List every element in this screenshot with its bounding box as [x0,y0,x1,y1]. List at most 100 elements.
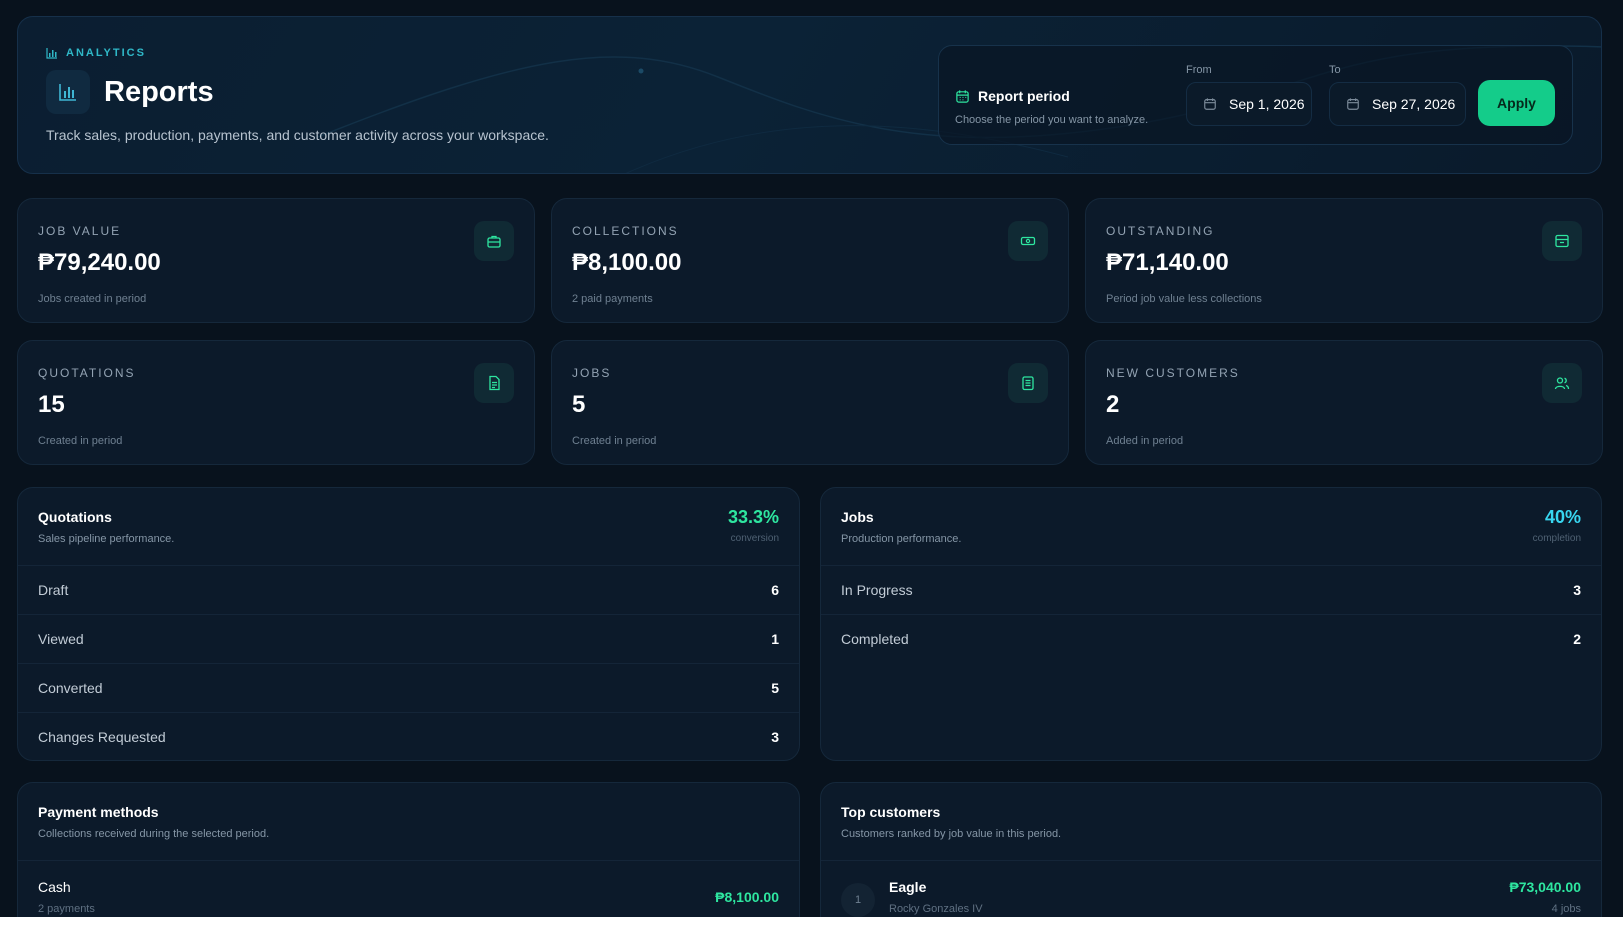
document-icon [474,363,514,403]
analytics-eyebrow: ANALYTICS [46,47,146,59]
to-label: To [1329,64,1341,76]
status-row-in-progress: In Progress 3 [821,566,1601,615]
panel-title: Top customers [841,804,941,820]
conversion-label: conversion [730,533,779,544]
from-date-input[interactable]: Sep 1, 2026 [1186,82,1312,126]
payment-methods-panel: Payment methods Collections received dur… [17,782,800,917]
inbox-icon [1542,221,1582,261]
status-row-converted: Converted 5 [18,664,799,713]
calendar-icon [956,89,969,103]
row-label: Viewed [38,631,84,647]
stat-label: JOBS [572,366,612,380]
stat-note: Jobs created in period [38,293,147,305]
from-label: From [1186,64,1212,76]
calendar-icon [1347,98,1359,110]
period-label-text: Report period [978,88,1070,104]
status-row-completed: Completed 2 [821,615,1601,664]
to-date-value: Sep 27, 2026 [1372,96,1456,112]
stat-label: OUTSTANDING [1106,224,1215,238]
stat-card-outstanding: OUTSTANDING ₱71,140.00 Period job value … [1085,198,1603,323]
customer-contact: Rocky Gonzales IV [889,903,983,915]
stat-label: QUOTATIONS [38,366,136,380]
row-label: In Progress [841,582,913,598]
stat-card-new-customers: NEW CUSTOMERS 2 Added in period [1085,340,1603,465]
stat-note: Created in period [572,435,657,447]
completion-label: completion [1532,533,1581,544]
cash-icon [1008,221,1048,261]
panel-header: Payment methods Collections received dur… [18,783,799,861]
from-date-value: Sep 1, 2026 [1229,96,1305,112]
customer-rank-badge: 1 [841,883,875,917]
stat-card-collections: COLLECTIONS ₱8,100.00 2 paid payments [551,198,1069,323]
stat-card-job-value: JOB VALUE ₱79,240.00 Jobs created in per… [17,198,535,323]
payment-method-amount: ₱8,100.00 [715,889,779,905]
status-row-draft: Draft 6 [18,566,799,615]
panel-subtitle: Collections received during the selected… [38,828,270,840]
panel-header: Quotations Sales pipeline performance. 3… [18,488,799,566]
stat-value: ₱8,100.00 [572,249,682,276]
briefcase-icon [474,221,514,261]
page-title: Reports [104,75,214,108]
apply-button[interactable]: Apply [1478,80,1555,126]
period-label: Report period [955,88,1070,104]
reports-header: ANALYTICS Reports Track sales, productio… [17,16,1602,174]
customer-job-count: 4 jobs [1551,903,1581,915]
completion-metric: 40% [1544,507,1581,527]
to-date-input[interactable]: Sep 27, 2026 [1329,82,1466,126]
payment-method-row: Cash 2 payments ₱8,100.00 [18,861,799,917]
customer-job-value: ₱73,040.00 [1509,879,1581,895]
payment-method-count: 2 payments [38,903,95,915]
row-value: 3 [771,729,779,745]
stat-value: 15 [38,391,65,418]
reports-page: ANALYTICS Reports Track sales, productio… [0,0,1623,917]
status-row-changes-requested: Changes Requested 3 [18,713,799,760]
period-hint: Choose the period you want to analyze. [955,114,1149,126]
clipboard-icon [1008,363,1048,403]
stat-value: ₱71,140.00 [1106,249,1229,276]
row-label: Completed [841,631,909,647]
stat-note: 2 paid payments [572,293,653,305]
panel-subtitle: Production performance. [841,533,962,545]
stat-label: COLLECTIONS [572,224,679,238]
row-value: 3 [1573,582,1581,598]
customer-row[interactable]: 1 Eagle Rocky Gonzales IV ₱73,040.00 4 j… [821,861,1601,917]
users-icon [1542,363,1582,403]
stat-label: JOB VALUE [38,224,122,238]
panel-subtitle: Customers ranked by job value in this pe… [841,828,1062,840]
calendar-icon [1204,98,1216,110]
stat-note: Created in period [38,435,123,447]
payment-method-name: Cash [38,879,71,895]
stat-card-jobs: JOBS 5 Created in period [551,340,1069,465]
panel-header: Top customers Customers ranked by job va… [821,783,1601,861]
stat-label: NEW CUSTOMERS [1106,366,1240,380]
stat-card-quotations: QUOTATIONS 15 Created in period [17,340,535,465]
customer-name: Eagle [889,879,927,895]
row-label: Changes Requested [38,729,166,745]
row-value: 2 [1573,631,1581,647]
conversion-metric: 33.3% [727,507,779,527]
eyebrow-label: ANALYTICS [66,47,146,59]
quotations-panel: Quotations Sales pipeline performance. 3… [17,487,800,761]
top-customers-panel: Top customers Customers ranked by job va… [820,782,1602,917]
reports-icon-badge [46,70,90,114]
panel-subtitle: Sales pipeline performance. [38,533,175,545]
panel-title: Jobs [841,509,874,525]
row-value: 6 [771,582,779,598]
panel-title: Payment methods [38,804,159,820]
stat-note: Period job value less collections [1106,293,1262,305]
window-bottom-strip [0,917,1623,952]
panel-header: Jobs Production performance. 40% complet… [821,488,1601,566]
page-subtitle: Track sales, production, payments, and c… [46,127,549,143]
jobs-panel: Jobs Production performance. 40% complet… [820,487,1602,761]
row-value: 5 [771,680,779,696]
stat-value: 5 [572,391,586,418]
row-value: 1 [771,631,779,647]
status-row-viewed: Viewed 1 [18,615,799,664]
title-row: Reports [46,70,214,114]
row-label: Draft [38,582,69,598]
stat-value: ₱79,240.00 [38,249,161,276]
report-period-filter: Report period Choose the period you want… [938,45,1573,145]
row-label: Converted [38,680,103,696]
bar-chart-icon [59,84,76,101]
stat-value: 2 [1106,391,1120,418]
